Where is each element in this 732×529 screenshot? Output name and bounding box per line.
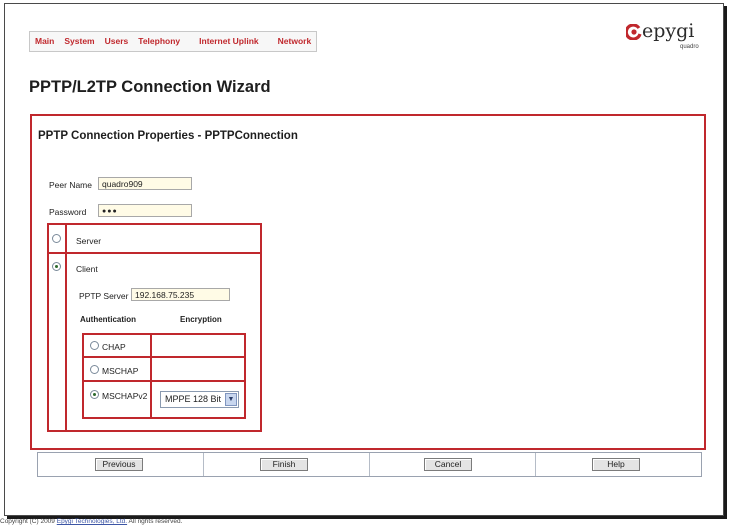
mschap-label: MSCHAP [102,366,139,376]
password-label: Password [49,207,87,217]
footer-suffix: All rights reserved. [127,518,183,525]
chap-label: CHAP [102,342,126,352]
server-divider [65,223,67,254]
finish-button[interactable]: Finish [260,458,308,471]
mschapv2-radio[interactable] [90,390,99,399]
button-bar: Previous Finish Cancel Help [37,452,702,477]
mschapv2-label: MSCHAPv2 [102,391,148,401]
page-title: PPTP/L2TP Connection Wizard [29,78,271,96]
nav-internet-uplink[interactable]: Internet Uplink [185,32,264,51]
button-cell-previous: Previous [38,453,204,476]
section-title: PPTP Connection Properties - PPTPConnect… [38,130,298,142]
nav-network[interactable]: Network [264,32,317,51]
chevron-down-icon[interactable]: ▼ [225,393,237,406]
auth-row-divider-1 [82,356,246,358]
client-radio[interactable] [52,262,61,271]
copyright-footer: Copyright (C) 2009 Epygi Technologies, L… [0,518,182,525]
pptp-server-label: PPTP Server [79,291,129,301]
button-cell-cancel: Cancel [370,453,536,476]
logo-brand: epygi [642,20,695,42]
nav-system[interactable]: System [59,32,99,51]
server-label: Server [76,236,102,246]
footer-company-link[interactable]: Epygi Technologies, Ltd. [57,518,127,525]
help-button[interactable]: Help [592,458,640,471]
nav-users[interactable]: Users [100,32,134,51]
encryption-value: MPPE 128 Bit [165,394,222,404]
nav-main[interactable]: Main [30,32,59,51]
top-nav: Main System Users Telephony Internet Upl… [29,31,318,52]
encryption-select[interactable]: MPPE 128 Bit ▼ [160,391,239,408]
nav-telephony[interactable]: Telephony [133,32,185,51]
logo-mark-icon [626,24,642,40]
epygi-logo: epygi quadro [626,20,716,56]
cancel-button[interactable]: Cancel [424,458,472,471]
password-input[interactable]: ●●● [98,204,192,217]
encryption-header: Encryption [180,315,222,324]
chap-radio[interactable] [90,341,99,350]
server-radio[interactable] [52,234,61,243]
previous-button[interactable]: Previous [95,458,143,471]
client-label: Client [76,264,98,274]
logo-sub: quadro [680,44,699,50]
authentication-header: Authentication [80,315,136,324]
button-cell-help: Help [536,453,701,476]
button-cell-finish: Finish [204,453,370,476]
mschap-radio[interactable] [90,365,99,374]
client-divider [65,252,67,432]
peer-name-label: Peer Name [49,180,92,190]
auth-row-divider-2 [82,380,246,382]
peer-name-input[interactable]: quadro909 [98,177,192,190]
pptp-server-input[interactable]: 192.168.75.235 [131,288,230,301]
footer-prefix: Copyright (C) 2009 [0,518,57,525]
auth-table-divider [150,333,152,419]
